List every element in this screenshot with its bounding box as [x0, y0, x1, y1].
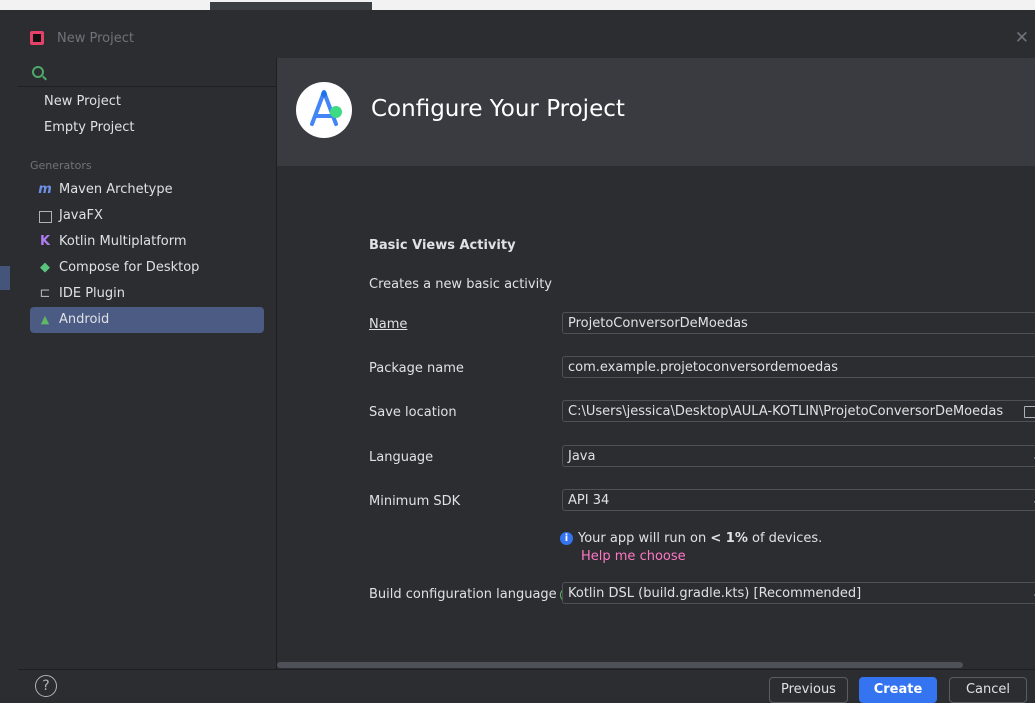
sidebar-item-kotlin-multiplatform[interactable]: K Kotlin Multiplatform	[30, 229, 264, 255]
sidebar-item-empty-project[interactable]: Empty Project	[30, 115, 264, 141]
sidebar-search[interactable]	[18, 58, 276, 87]
activity-title: Basic Views Activity	[369, 238, 516, 253]
scrollbar-thumb[interactable]	[277, 662, 963, 668]
footer: ? Previous Create Cancel	[18, 669, 1035, 703]
activity-description: Creates a new basic activity	[369, 277, 553, 292]
background-app-left	[0, 10, 10, 703]
search-icon	[32, 66, 44, 78]
sidebar-item-javafx[interactable]: JavaFX	[30, 203, 264, 229]
cancel-button[interactable]: Cancel	[949, 677, 1027, 703]
javafx-icon	[39, 211, 52, 223]
package-name-value: com.example.projetoconversordemoedas	[568, 360, 838, 375]
save-location-label: Save location	[369, 405, 457, 420]
header: Configure Your Project	[277, 58, 1035, 166]
language-select[interactable]: Java ⌄	[562, 445, 1035, 467]
help-me-choose-link[interactable]: Help me choose	[581, 549, 686, 564]
language-label: Language	[369, 450, 434, 465]
maven-icon: m	[38, 182, 52, 197]
sidebar-item-maven-archetype[interactable]: m Maven Archetype	[30, 177, 264, 203]
android-icon: ▲	[40, 313, 50, 326]
background-tab	[210, 2, 372, 10]
page-title: Configure Your Project	[371, 96, 625, 122]
build-config-label: Build configuration language?	[369, 587, 574, 602]
build-config-value: Kotlin DSL (build.gradle.kts) [Recommend…	[568, 586, 862, 601]
title-bar: New Project ✕	[18, 22, 1035, 58]
sidebar-item-label: JavaFX	[59, 208, 103, 223]
window-title: New Project	[57, 31, 134, 46]
intellij-logo-icon	[30, 31, 44, 45]
android-studio-logo-icon	[296, 82, 352, 138]
sidebar-item-label: Kotlin Multiplatform	[59, 234, 187, 249]
name-field[interactable]: ProjetoConversorDeMoedas	[562, 312, 1035, 334]
minimum-sdk-label: Minimum SDK	[369, 494, 461, 509]
help-button[interactable]: ?	[35, 675, 57, 697]
close-icon[interactable]: ✕	[1015, 28, 1029, 48]
name-value: ProjetoConversorDeMoedas	[568, 316, 748, 331]
sidebar-item-label: Compose for Desktop	[59, 260, 200, 275]
build-config-label-text: Build configuration language	[369, 587, 557, 602]
sidebar-item-ide-plugin[interactable]: ⊏ IDE Plugin	[30, 281, 264, 307]
minimum-sdk-select[interactable]: API 34 ⌄	[562, 489, 1035, 511]
main-panel: Configure Your Project Basic Views Activ…	[277, 58, 1035, 669]
generators-section-label: Generators	[30, 159, 92, 172]
plugin-icon: ⊏	[39, 286, 51, 301]
info-suffix: of devices.	[747, 531, 823, 546]
sidebar-item-android[interactable]: ▲ Android	[30, 307, 264, 333]
background-app-top	[0, 0, 1035, 10]
save-location-field[interactable]: C:\Users\jessica\Desktop\AULA-KOTLIN\Pro…	[562, 400, 1035, 422]
sidebar-item-label: New Project	[44, 94, 121, 109]
sidebar: New Project Empty Project Generators m M…	[18, 58, 277, 669]
info-percent: < 1%	[710, 531, 748, 546]
create-button[interactable]: Create	[859, 677, 937, 703]
folder-icon[interactable]	[1024, 406, 1035, 418]
name-label: Name	[369, 317, 408, 332]
info-icon: i	[560, 532, 573, 545]
minimum-sdk-value: API 34	[568, 493, 610, 508]
sidebar-item-label: IDE Plugin	[59, 286, 125, 301]
sdk-coverage-info: Your app will run on < 1% of devices.	[578, 531, 822, 546]
info-prefix: Your app will run on	[578, 531, 711, 546]
sidebar-item-label: Maven Archetype	[59, 182, 173, 197]
language-value: Java	[568, 449, 596, 464]
previous-button[interactable]: Previous	[769, 677, 848, 703]
sidebar-item-label: Android	[59, 312, 110, 327]
form-area: Basic Views Activity Creates a new basic…	[277, 166, 1035, 661]
sidebar-item-compose-for-desktop[interactable]: ◆ Compose for Desktop	[30, 255, 264, 281]
compose-icon: ◆	[40, 260, 50, 275]
save-location-value: C:\Users\jessica\Desktop\AULA-KOTLIN\Pro…	[568, 404, 1004, 419]
new-project-dialog: New Project ✕ New Project Empty Project …	[18, 22, 1035, 703]
package-name-label: Package name	[369, 361, 464, 376]
kotlin-icon: K	[39, 234, 51, 249]
package-name-field[interactable]: com.example.projetoconversordemoedas	[562, 356, 1035, 378]
sidebar-item-label: Empty Project	[44, 120, 135, 135]
background-highlight	[0, 266, 10, 290]
sidebar-item-new-project[interactable]: New Project	[30, 89, 264, 115]
horizontal-scrollbar[interactable]	[277, 661, 1035, 669]
build-config-select[interactable]: Kotlin DSL (build.gradle.kts) [Recommend…	[562, 582, 1035, 604]
